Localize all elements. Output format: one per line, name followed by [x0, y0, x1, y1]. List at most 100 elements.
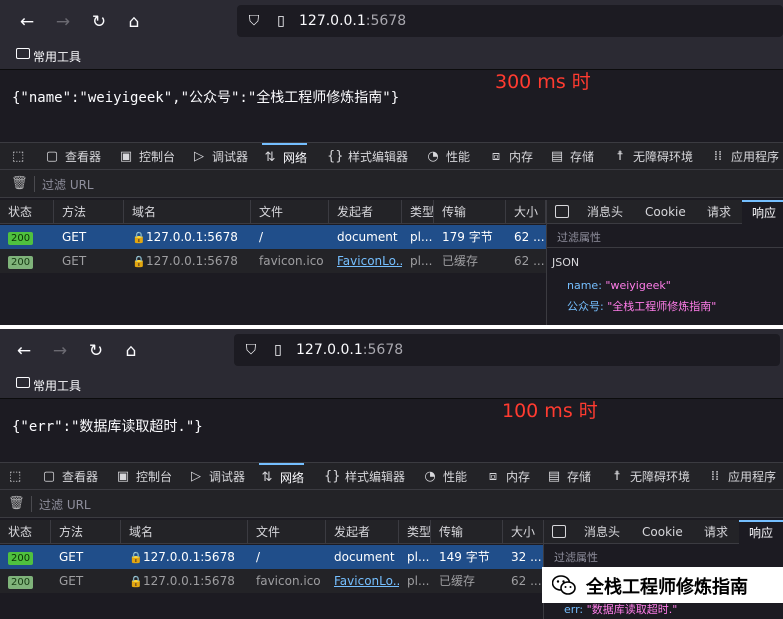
element-picker-icon[interactable]: ⬚ [12, 149, 28, 165]
tab-inspector[interactable]: ▢ 查看器 [41, 463, 98, 490]
tab-performance[interactable]: ◔ 性能 [425, 143, 470, 170]
table-row[interactable]: 200 GET 🔒127.0.0.1:5678 / document pl...… [0, 545, 546, 569]
forward-arrow-icon[interactable]: → [50, 341, 70, 361]
trash-icon[interactable]: 🗑 [11, 176, 28, 192]
tab-cookie[interactable]: Cookie [645, 200, 686, 224]
json-property: 公众号: "全栈工程师修炼指南" [567, 300, 717, 313]
inspector-icon: ▢ [45, 148, 59, 164]
table-row[interactable]: 200 GET 🔒127.0.0.1:5678 favicon.ico Favi… [0, 569, 546, 593]
column-header[interactable]: 方法 [54, 200, 124, 224]
column-header[interactable]: 发起者 [329, 200, 402, 224]
json-property: name: "weiyigeek" [567, 279, 671, 292]
trash-icon[interactable]: 🗑 [8, 496, 25, 512]
bookmark-folder-label[interactable]: 常用工具 [33, 377, 81, 394]
back-arrow-icon[interactable]: ← [14, 341, 34, 361]
lock-icon: 🔒 [132, 231, 146, 244]
transfer-cell: 179 字节 [442, 230, 493, 244]
tab-cookie[interactable]: Cookie [642, 520, 683, 544]
home-icon[interactable]: ⌂ [124, 12, 144, 32]
initiator-link[interactable]: FaviconLo... [334, 574, 399, 588]
back-arrow-icon[interactable]: ← [17, 12, 37, 32]
column-header[interactable]: 传输 [431, 520, 503, 544]
wechat-logo-icon [552, 575, 576, 595]
folder-icon [16, 377, 30, 388]
tab-inspector[interactable]: ▢ 查看器 [44, 143, 101, 170]
type-cell: pl... [407, 550, 430, 564]
watermark-text: 全栈工程师修炼指南 [586, 577, 748, 598]
tab-storage[interactable]: ▤ 存储 [549, 143, 594, 170]
tab-memory[interactable]: ⧈ 内存 [485, 463, 530, 490]
element-picker-icon[interactable]: ⬚ [9, 469, 25, 485]
filter-properties-input[interactable]: 过滤属性 [557, 229, 601, 245]
table-row[interactable]: 200 GET 🔒127.0.0.1:5678 favicon.ico Favi… [0, 249, 546, 273]
panel-toggle-icon[interactable] [555, 205, 569, 218]
filter-properties-input[interactable]: 过滤属性 [554, 549, 598, 565]
network-icon: ⇅ [264, 149, 276, 165]
tab-accessibility[interactable]: ☨ 无障碍环境 [609, 463, 690, 490]
home-icon[interactable]: ⌂ [121, 341, 141, 361]
reload-icon[interactable]: ↻ [89, 12, 109, 32]
column-header[interactable]: 状态 [0, 200, 54, 224]
tab-headers[interactable]: 消息头 [587, 200, 623, 224]
tab-debugger[interactable]: ▷ 调试器 [191, 143, 248, 170]
memory-icon: ⧈ [488, 468, 498, 484]
column-header[interactable]: 类型 [399, 520, 431, 544]
method-cell: GET [62, 254, 87, 268]
filter-url-input[interactable]: 过滤 URL [42, 176, 94, 193]
domain-cell: 🔒127.0.0.1:5678 [124, 225, 251, 249]
tab-style-editor[interactable]: {} 样式编辑器 [327, 143, 408, 170]
column-header[interactable]: 域名 [121, 520, 248, 544]
tab-style-editor[interactable]: {} 样式编辑器 [324, 463, 405, 490]
shield-icon[interactable]: ⛉ [245, 12, 263, 30]
tab-performance[interactable]: ◔ 性能 [422, 463, 467, 490]
column-header[interactable]: 方法 [51, 520, 121, 544]
filter-divider [31, 496, 32, 512]
column-header[interactable]: 域名 [124, 200, 251, 224]
application-icon: ⁞⁞ [713, 148, 723, 164]
json-section-label[interactable]: JSON [552, 256, 579, 269]
column-header[interactable]: 类型 [402, 200, 434, 224]
size-cell: 32 ... [511, 550, 542, 564]
debugger-icon: ▷ [191, 468, 201, 484]
initiator-link[interactable]: FaviconLo... [337, 254, 402, 268]
tab-request[interactable]: 请求 [707, 200, 731, 224]
column-header[interactable]: 状态 [0, 520, 51, 544]
tab-headers[interactable]: 消息头 [584, 520, 620, 544]
type-cell: pl... [410, 254, 433, 268]
console-icon: ▣ [116, 468, 130, 484]
property-filter[interactable]: 过滤属性 [547, 224, 783, 248]
reload-icon[interactable]: ↻ [86, 341, 106, 361]
tab-debugger[interactable]: ▷ 调试器 [188, 463, 245, 490]
tab-accessibility[interactable]: ☨ 无障碍环境 [612, 143, 693, 170]
column-header[interactable]: 发起者 [326, 520, 399, 544]
tab-memory[interactable]: ⧈ 内存 [488, 143, 533, 170]
bookmark-folder-label[interactable]: 常用工具 [33, 48, 81, 65]
tab-network[interactable]: ⇅ 网络 [262, 143, 308, 170]
performance-icon: ◔ [424, 468, 436, 484]
url-bar[interactable]: ⛉ ▯ 127.0.0.1:5678 [234, 334, 780, 366]
tab-request[interactable]: 请求 [704, 520, 728, 544]
panel-toggle-icon[interactable] [552, 525, 566, 538]
tab-storage[interactable]: ▤ 存储 [546, 463, 591, 490]
tab-response[interactable]: 响应 [739, 520, 783, 544]
transfer-cell: 149 字节 [439, 550, 490, 564]
column-header[interactable]: 大小 [503, 520, 546, 544]
style-editor-icon: {} [327, 148, 344, 164]
shield-icon[interactable]: ⛉ [242, 341, 260, 359]
url-bar[interactable]: ⛉ ▯ 127.0.0.1:5678 [237, 5, 783, 37]
table-row[interactable]: 200 GET 🔒127.0.0.1:5678 / document pl...… [0, 225, 546, 249]
tab-response[interactable]: 响应 [742, 200, 783, 224]
column-header[interactable]: 大小 [506, 200, 546, 224]
column-header[interactable]: 文件 [248, 520, 326, 544]
column-header[interactable]: 传输 [434, 200, 506, 224]
tab-console[interactable]: ▣ 控制台 [115, 463, 172, 490]
tab-network[interactable]: ⇅ 网络 [259, 463, 305, 490]
method-cell: GET [62, 230, 87, 244]
property-filter[interactable]: 过滤属性 [544, 544, 783, 568]
forward-arrow-icon[interactable]: → [53, 12, 73, 32]
column-header[interactable]: 文件 [251, 200, 329, 224]
tab-application[interactable]: ⁞⁞ 应用程序 [710, 143, 779, 170]
tab-application[interactable]: ⁞⁞ 应用程序 [707, 463, 776, 490]
filter-url-input[interactable]: 过滤 URL [39, 496, 91, 513]
tab-console[interactable]: ▣ 控制台 [118, 143, 175, 170]
